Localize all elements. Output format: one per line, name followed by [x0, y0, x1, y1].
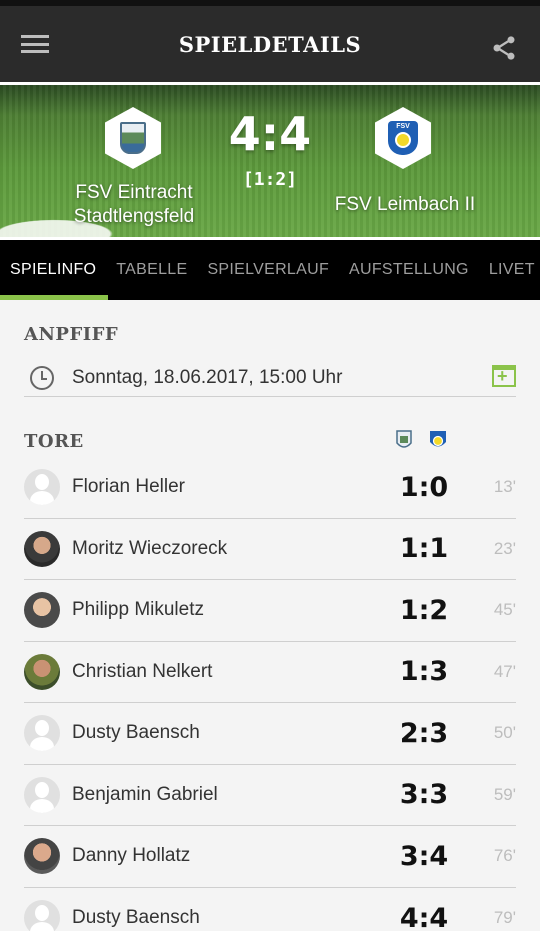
player-avatar — [24, 900, 60, 931]
goal-minute: 45' — [493, 600, 516, 620]
goal-row[interactable]: Philipp Mikuletz 1:2 45' — [24, 580, 516, 642]
goals-list: Florian Heller 1:0 13' Moritz Wieczoreck 1:1… — [24, 457, 516, 931]
goal-row[interactable]: Moritz Wieczoreck 1:1 23' — [24, 519, 516, 580]
away-team-name[interactable]: FSV Leimbach II — [305, 193, 505, 217]
goal-minute: 13' — [493, 477, 516, 497]
match-header: 4:4 [1:2] FSV FSV Eintracht Stadtlengsfel… — [0, 82, 540, 240]
player-avatar — [24, 715, 60, 752]
kickoff-datetime: Sonntag, 18.06.2017, 15:00 Uhr — [72, 366, 343, 388]
goal-running-score: 4:4 — [399, 902, 449, 931]
add-to-calendar-icon[interactable] — [492, 365, 516, 387]
goal-row[interactable]: Florian Heller 1:0 13' — [24, 457, 516, 519]
goal-running-score: 1:2 — [399, 594, 449, 626]
goal-running-score: 1:3 — [399, 656, 449, 688]
goal-row[interactable]: Dusty Baensch 4:4 79' — [24, 888, 516, 931]
goal-running-score: 3:3 — [399, 779, 449, 811]
goal-running-score: 3:4 — [399, 840, 449, 872]
final-score: 4:4 — [228, 107, 312, 161]
kickoff-section-title: ANPFIFF — [24, 324, 119, 345]
goals-header: TORE — [24, 430, 516, 457]
goal-minute: 76' — [493, 846, 516, 866]
player-avatar — [24, 592, 60, 629]
player-avatar — [24, 776, 60, 813]
goal-minute: 59' — [493, 784, 516, 804]
home-team-name[interactable]: FSV Eintracht Stadtlengsfeld — [34, 181, 234, 229]
goal-minute: 23' — [493, 538, 516, 558]
tab-aufstellung[interactable]: AUFSTELLUNG — [339, 240, 479, 300]
goal-row[interactable]: Dusty Baensch 2:3 50' — [24, 703, 516, 765]
tab-spielverlauf[interactable]: SPIELVERLAUF — [197, 240, 339, 300]
tab-bar: SPIELINFO TABELLE SPIELVERLAUF AUFSTELLUNG L… — [0, 240, 540, 300]
kickoff-row: Sonntag, 18.06.2017, 15:00 Uhr — [24, 359, 516, 397]
match-info-content: ANPFIFF Sonntag, 18.06.2017, 15:00 Uhr T… — [0, 324, 540, 931]
away-crest-text: FSV — [396, 123, 410, 130]
goal-minute: 47' — [493, 661, 516, 681]
active-tab-indicator — [0, 295, 108, 300]
menu-icon[interactable] — [20, 32, 50, 56]
goal-minute: 50' — [493, 723, 516, 743]
tab-tabelle[interactable]: TABELLE — [106, 240, 197, 300]
tab-spielinfo[interactable]: SPIELINFO — [0, 240, 106, 300]
share-icon[interactable] — [490, 34, 518, 62]
player-avatar — [24, 469, 60, 506]
page-title: SPIELDETAILS — [178, 31, 362, 57]
tab-livet[interactable]: LIVET — [479, 240, 540, 300]
player-avatar — [24, 653, 60, 690]
goal-row[interactable]: Benjamin Gabriel 3:3 59' — [24, 765, 516, 826]
player-avatar — [24, 530, 60, 567]
goal-minute: 79' — [493, 908, 516, 928]
goal-running-score: 1:1 — [399, 533, 449, 565]
home-team-mini-crest-icon — [396, 430, 412, 448]
goal-running-score: 1:0 — [399, 471, 449, 503]
clock-icon — [30, 365, 54, 390]
app-bar: SPIELDETAILS — [0, 6, 540, 82]
away-team-mini-crest-icon — [430, 431, 446, 447]
goal-row[interactable]: Christian Nelkert 1:3 47' — [24, 642, 516, 703]
player-avatar — [24, 838, 60, 875]
goal-row[interactable]: Danny Hollatz 3:4 76' — [24, 826, 516, 888]
goal-running-score: 2:3 — [399, 717, 449, 749]
